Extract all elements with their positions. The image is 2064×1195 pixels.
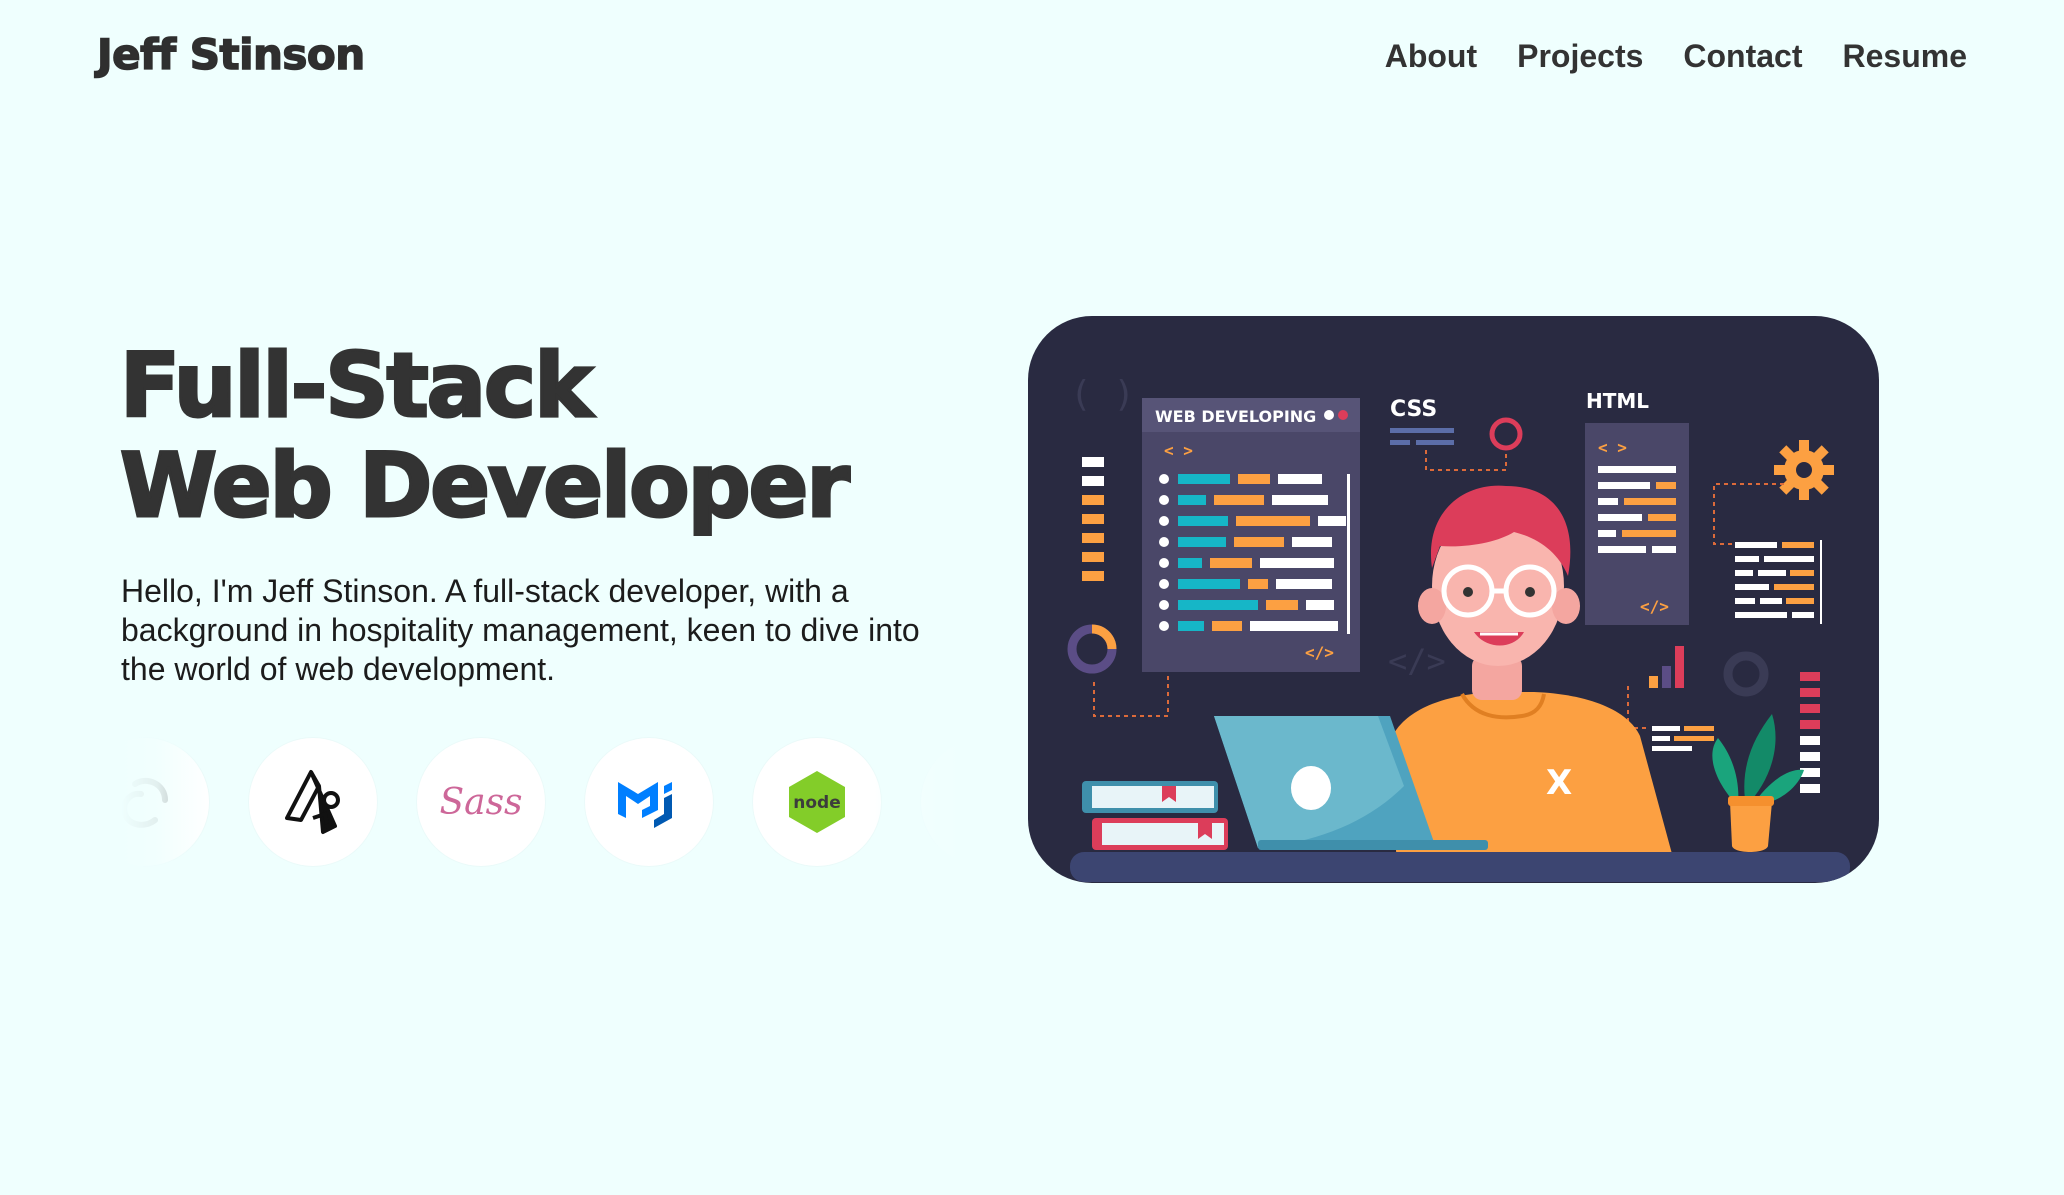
left-bar-stack — [1082, 457, 1104, 581]
tech-stack-carousel: Sass node — [121, 735, 959, 875]
html-panel: < > </> — [1585, 423, 1689, 625]
svg-text:</>: </> — [1388, 642, 1446, 680]
right-bar-stack — [1800, 672, 1820, 793]
html-close-tag: </> — [1640, 597, 1669, 616]
nav-contact[interactable]: Contact — [1683, 38, 1802, 75]
panel-open-tag: < > — [1164, 441, 1193, 460]
next-js-icon — [249, 738, 377, 866]
gear-icon — [1774, 440, 1834, 500]
web-developing-panel: WEB DEVELOPING < > </> — [1142, 398, 1360, 672]
node-logo-text: node — [793, 793, 840, 813]
hero-title-line-2: Web Developer — [119, 434, 852, 537]
html-open-tag: < > — [1598, 438, 1627, 457]
bar-chart-icon — [1649, 646, 1684, 688]
nav-resume[interactable]: Resume — [1843, 38, 1968, 75]
panel-title: WEB DEVELOPING — [1155, 407, 1316, 426]
html-label: HTML — [1586, 389, 1649, 413]
nav-about[interactable]: About — [1385, 38, 1477, 75]
svg-text:( ): ( ) — [1070, 374, 1135, 415]
panel-close-tag: </> — [1305, 643, 1334, 662]
books-icon — [1082, 781, 1228, 850]
hero-intro: Hello, I'm Jeff Stinson. A full-stack de… — [121, 573, 920, 687]
hero-title-line-1: Full-Stack — [119, 334, 595, 437]
brand-logo[interactable]: Jeff Stinson — [96, 29, 366, 80]
firebase-icon — [921, 738, 959, 866]
material-ui-icon — [585, 738, 713, 866]
redux-icon — [121, 738, 209, 866]
hero-title: Full-Stack Web Developer — [119, 334, 852, 537]
sass-icon: Sass — [417, 738, 545, 866]
sass-logo-text: Sass — [439, 782, 522, 823]
nav-projects[interactable]: Projects — [1517, 38, 1643, 75]
hero-illustration: ( ) </> WEB DEVELOPING < > </> CSS HTML … — [1028, 316, 1879, 883]
main-nav: About Projects Contact Resume — [1385, 38, 1967, 75]
css-label: CSS — [1390, 397, 1437, 422]
right-code-block — [1735, 540, 1822, 624]
tech-stack-track: Sass node — [121, 738, 959, 866]
shirt-letter: X — [1546, 763, 1572, 803]
desk-surface — [1070, 852, 1850, 882]
node-js-icon: node — [753, 738, 881, 866]
plant-icon — [1712, 714, 1804, 852]
